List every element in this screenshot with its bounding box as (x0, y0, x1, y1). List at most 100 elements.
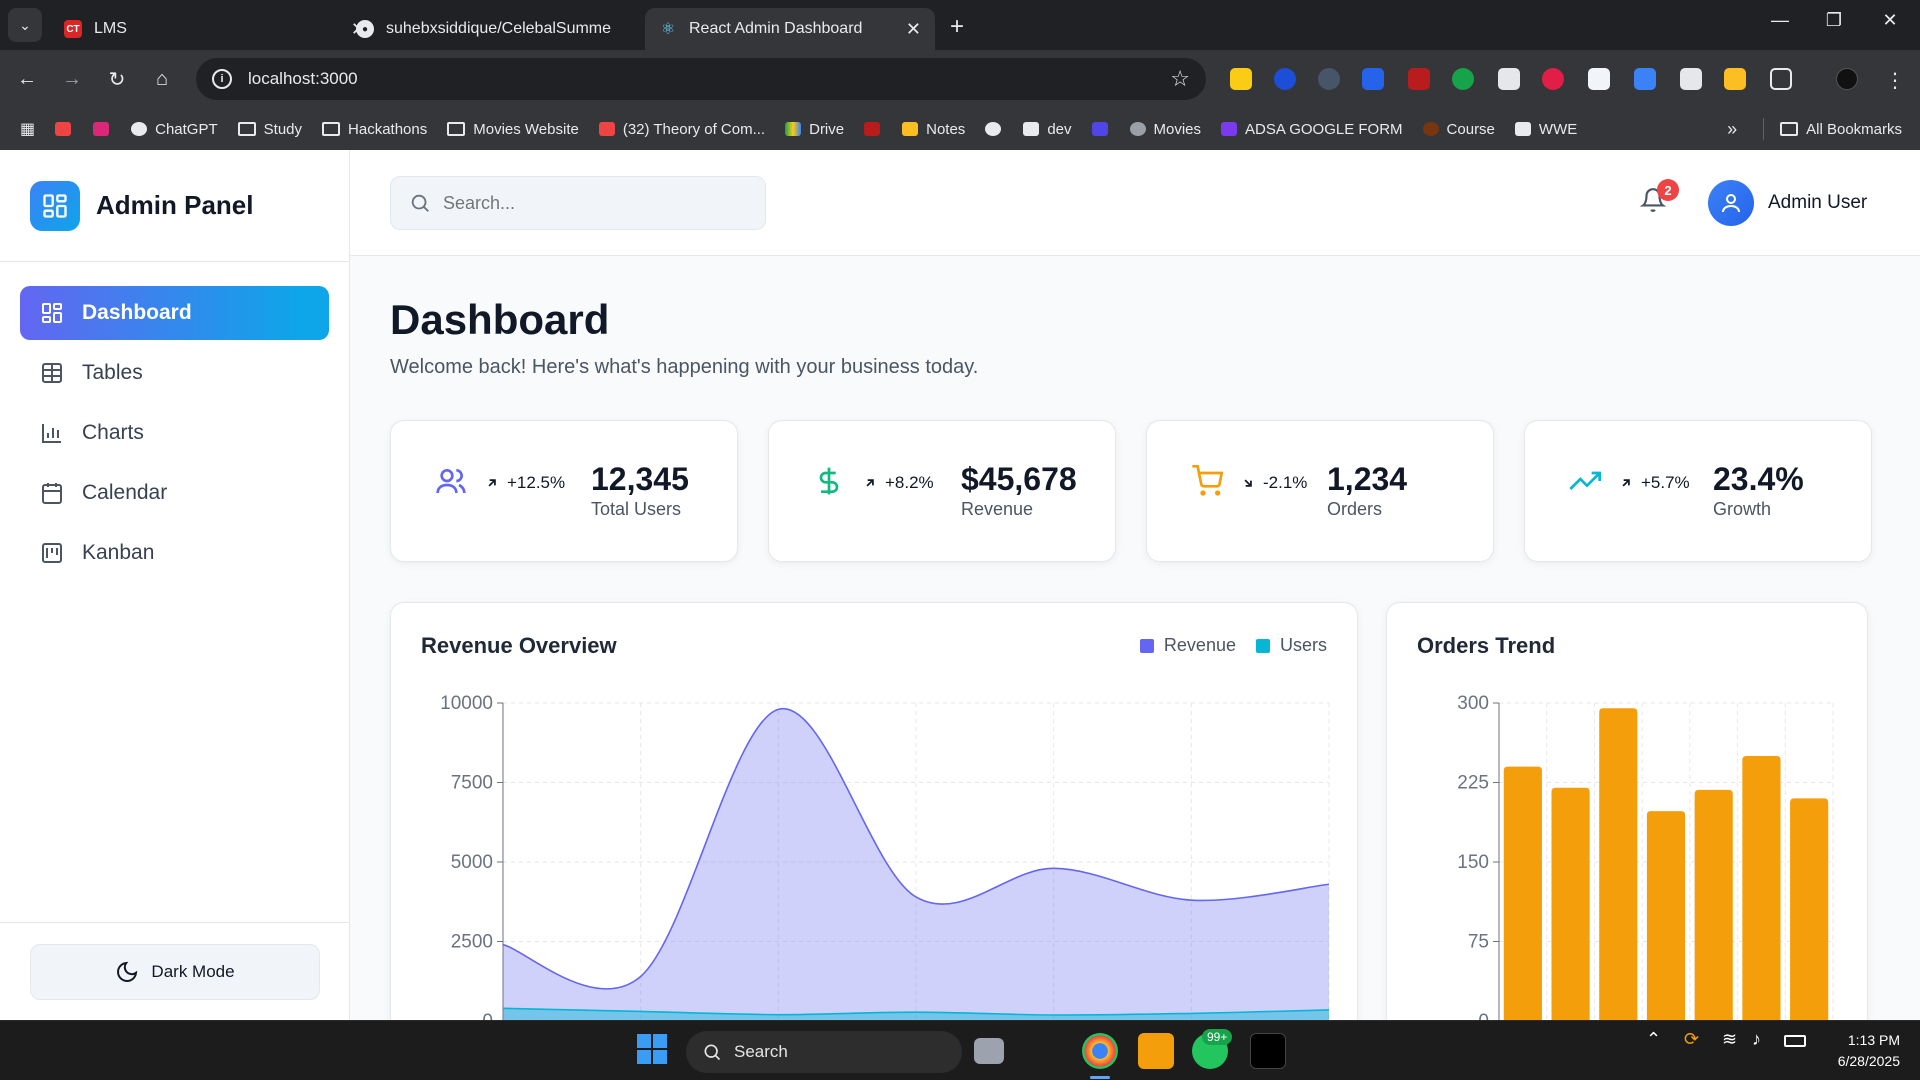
bookmarks-divider (1763, 118, 1765, 140)
bookmark-folder-movies-website[interactable]: Movies Website (447, 121, 579, 138)
browser-tab-react-admin[interactable]: ⚛ React Admin Dashboard ✕ (645, 8, 935, 50)
download-icon[interactable] (1680, 68, 1702, 90)
forward-button[interactable]: → (57, 64, 87, 94)
task-view-icon[interactable] (974, 1038, 1004, 1064)
volume-icon[interactable]: ♪ (1752, 1029, 1761, 1050)
taskbar-search[interactable]: Search (686, 1031, 962, 1073)
sync-icon[interactable]: ⟳ (1684, 1029, 1699, 1050)
address-bar[interactable]: i localhost:3000 ☆ (196, 58, 1206, 100)
more-bookmarks-icon[interactable]: » (1727, 119, 1737, 140)
terminal-app-icon[interactable] (1250, 1033, 1286, 1069)
close-tab-icon[interactable]: ✕ (906, 19, 921, 40)
tab-search-button[interactable]: ⌄ (8, 8, 42, 42)
bookmark-red[interactable] (864, 122, 888, 136)
orders-bar[interactable] (1790, 798, 1829, 1020)
new-tab-button[interactable]: + (950, 13, 964, 41)
bookmark-drive[interactable]: Drive (785, 121, 844, 138)
y-tick-label: 75 (1468, 932, 1489, 953)
browser-tab-github[interactable]: ● suhebxsiddique/CelebalSumme ✕ (342, 8, 672, 50)
bookmark-folder-hackathons[interactable]: Hackathons (322, 121, 427, 138)
bookmark-adsa-form[interactable]: ADSA GOOGLE FORM (1221, 121, 1403, 138)
k-logo-icon (1514, 122, 1531, 136)
avatar[interactable] (1708, 180, 1754, 226)
kanban-icon (42, 543, 62, 563)
sidebar-item-charts[interactable]: Charts (20, 406, 329, 460)
extension-icon[interactable] (1452, 68, 1474, 90)
wifi-icon[interactable]: ≋ (1722, 1029, 1737, 1050)
browser-tab-lms[interactable]: CT LMS ✕ (50, 8, 380, 50)
site-info-icon[interactable]: i (212, 69, 232, 89)
all-bookmarks-link[interactable]: All Bookmarks (1806, 121, 1902, 138)
sidebar-item-dashboard[interactable]: Dashboard (20, 286, 329, 340)
extension-icon[interactable] (1318, 68, 1340, 90)
stat-change: +8.2% (863, 473, 934, 493)
search-box (390, 176, 766, 230)
extension-icon[interactable] (1274, 68, 1296, 90)
orders-trend-card: Orders Trend 300 225 150 75 0 (1386, 602, 1868, 1020)
minimize-window-button[interactable]: — (1760, 10, 1800, 31)
bookmark-star-icon[interactable]: ☆ (1170, 66, 1190, 92)
page-title: Dashboard (390, 296, 610, 343)
extensions-puzzle-icon[interactable] (1770, 68, 1792, 90)
orders-bar[interactable] (1742, 756, 1781, 1020)
extension-icon[interactable] (1362, 68, 1384, 90)
google-forms-icon (1221, 122, 1238, 136)
sidebar-item-calendar[interactable]: Calendar (20, 466, 329, 520)
windows-start-icon[interactable] (636, 1033, 672, 1069)
bookmark-notes[interactable]: Notes (902, 121, 965, 138)
orders-bar[interactable] (1646, 811, 1686, 1020)
extension-icon[interactable] (1588, 68, 1610, 90)
restore-window-button[interactable]: ❐ (1814, 10, 1854, 31)
orders-bar[interactable] (1551, 787, 1590, 1020)
sidebar-item-tables[interactable]: Tables (20, 346, 329, 400)
stat-card-orders: -2.1% 1,234 Orders (1146, 420, 1494, 562)
sidebar-item-label: Kanban (82, 541, 155, 564)
orders-bar[interactable] (1503, 766, 1542, 1020)
extension-icon[interactable] (1634, 68, 1656, 90)
bookmark-wwe[interactable]: WWE (1514, 121, 1577, 138)
extension-icon[interactable] (1230, 68, 1252, 90)
whatsapp-badge: 99+ (1202, 1029, 1233, 1045)
back-button[interactable]: ← (12, 64, 42, 94)
orders-bar[interactable] (1599, 708, 1638, 1020)
stat-change: +5.7% (1619, 473, 1690, 493)
bookmark-movies[interactable]: Movies (1129, 121, 1201, 138)
user-name[interactable]: Admin User (1768, 192, 1867, 214)
revenue-overview-card: Revenue Overview Revenue Users 10000 7500… (390, 602, 1358, 1020)
bookmark-theory-of-com[interactable]: (32) Theory of Com... (598, 121, 765, 138)
search-input[interactable] (443, 192, 743, 214)
browser-menu-icon[interactable]: ⋮ (1884, 68, 1906, 92)
profile-avatar[interactable] (1836, 68, 1858, 90)
sidebar-item-kanban[interactable]: Kanban (20, 526, 329, 580)
home-button[interactable]: ⌂ (147, 64, 177, 94)
extension-icon[interactable] (1724, 68, 1746, 90)
extension-icon[interactable] (1542, 68, 1564, 90)
browser-toolbar: ← → ↻ ⌂ i localhost:3000 ☆ (0, 50, 1920, 108)
chrome-icon[interactable] (1082, 1033, 1118, 1069)
show-hidden-icons-icon[interactable]: ⌃ (1646, 1029, 1661, 1050)
bookmark-dev[interactable]: dev (1023, 121, 1072, 138)
reload-button[interactable]: ↻ (102, 64, 132, 94)
revenue-area-chart: 10000 7500 5000 2500 0 (440, 693, 1330, 1020)
dark-mode-toggle[interactable]: Dark Mode (30, 943, 320, 1000)
bookmark-chatgpt[interactable]: ChatGPT (131, 121, 218, 138)
drive-icon (785, 122, 802, 136)
bookmark-m[interactable] (93, 122, 117, 136)
extension-icon[interactable] (1498, 68, 1520, 90)
legend-item-revenue[interactable]: Revenue (1139, 635, 1236, 656)
y-tick-label: 300 (1457, 693, 1489, 714)
legend-item-users[interactable]: Users (1255, 635, 1327, 656)
bookmark-course[interactable]: Course (1422, 121, 1495, 138)
extension-icon[interactable] (1408, 68, 1430, 90)
battery-icon[interactable] (1784, 1035, 1806, 1047)
close-window-button[interactable]: ✕ (1870, 10, 1910, 31)
system-clock[interactable]: 1:13 PM 6/28/2025 (1820, 1030, 1900, 1072)
orders-bar[interactable] (1694, 789, 1733, 1020)
apps-grid-icon[interactable]: ▦ (20, 119, 35, 139)
bookmark-folder-study[interactable]: Study (237, 121, 302, 138)
bookmark-speed[interactable] (985, 122, 1009, 136)
file-explorer-icon[interactable] (1138, 1033, 1174, 1069)
bookmark-youtube[interactable] (55, 122, 79, 136)
notes-icon (902, 122, 919, 136)
bookmark-hex[interactable] (1091, 122, 1116, 136)
